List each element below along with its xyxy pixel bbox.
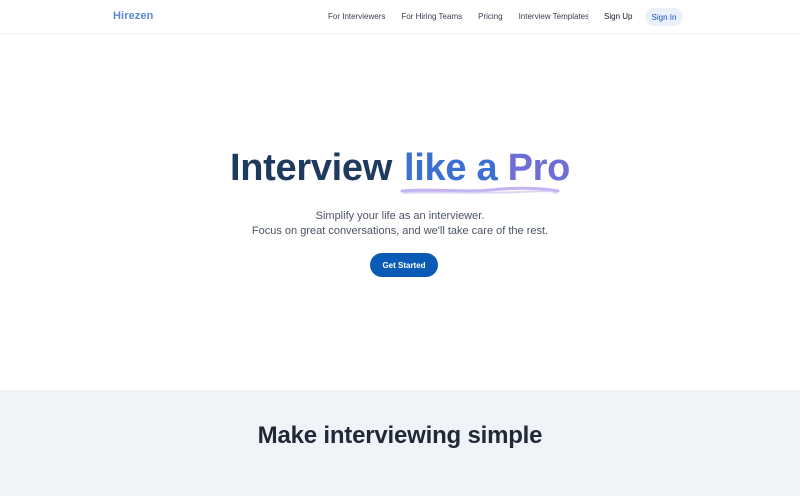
scribble-underline-icon bbox=[400, 186, 560, 194]
hero-title: Interview like a Pro bbox=[0, 147, 800, 194]
hero-subtitle-line-2: Focus on great conversations, and we'll … bbox=[251, 225, 549, 237]
primary-nav: For Interviewers For Hiring Teams Pricin… bbox=[328, 12, 605, 21]
sign-in-button[interactable]: Sign In bbox=[645, 8, 683, 26]
hero-title-highlight: like a Pro bbox=[400, 147, 571, 194]
nav-divider bbox=[588, 9, 589, 24]
nav-item-interview-templates[interactable]: Interview Templates bbox=[519, 12, 590, 21]
section-title: Make interviewing simple bbox=[257, 422, 543, 449]
get-started-button[interactable]: Get Started bbox=[370, 253, 438, 277]
hero-section: Interview like a Pro Simplify your life a… bbox=[0, 35, 800, 390]
sign-up-link[interactable]: Sign Up bbox=[604, 12, 632, 21]
hero-title-main: Interview bbox=[229, 147, 393, 189]
nav-item-pricing[interactable]: Pricing bbox=[478, 12, 502, 21]
nav-item-for-interviewers[interactable]: For Interviewers bbox=[328, 12, 385, 21]
hero-subtitle: Simplify your life as an interviewer. Fo… bbox=[0, 209, 800, 239]
brand-logo[interactable]: Hirezen bbox=[113, 10, 153, 22]
hero-subtitle-line-1: Simplify your life as an interviewer. bbox=[315, 210, 485, 222]
hero-title-pro: Pro bbox=[507, 147, 571, 189]
features-section: Make interviewing simple bbox=[0, 390, 800, 496]
hero-title-highlight-text: like a bbox=[404, 147, 498, 189]
top-navbar: Hirezen For Interviewers For Hiring Team… bbox=[0, 0, 800, 34]
nav-item-for-hiring-teams[interactable]: For Hiring Teams bbox=[401, 12, 462, 21]
